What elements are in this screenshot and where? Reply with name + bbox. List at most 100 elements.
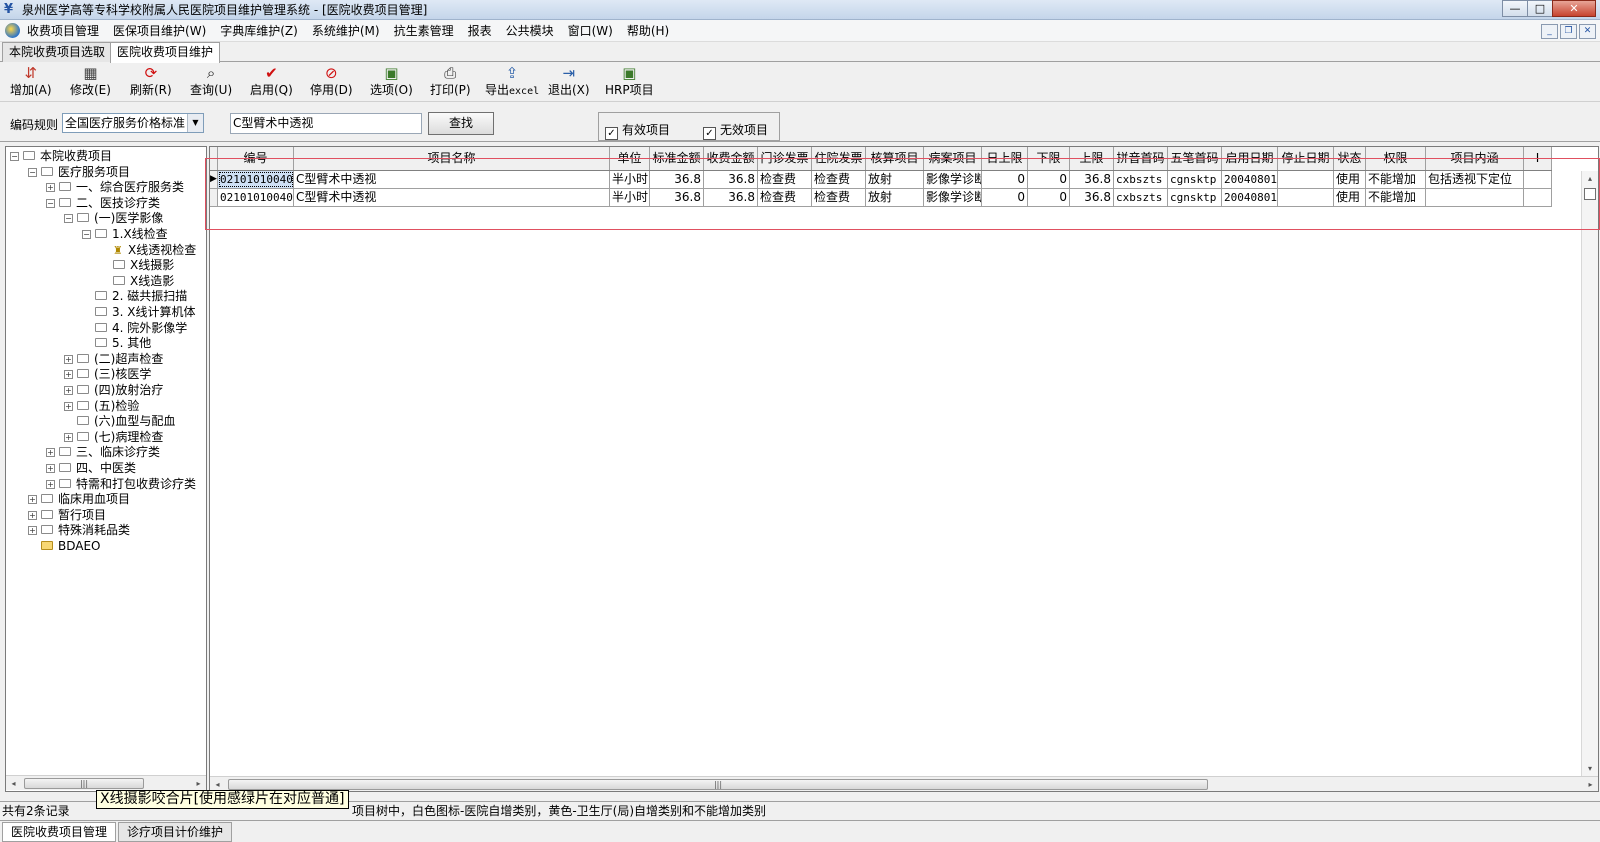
expand-icon[interactable]: +: [46, 464, 55, 473]
grid-hscrollbar[interactable]: ◂ ||| ▸: [210, 776, 1598, 791]
collapse-icon[interactable]: −: [46, 198, 55, 208]
table-cell[interactable]: 不能增加: [1366, 171, 1426, 188]
tree-node[interactable]: + 临床用血项目: [28, 491, 130, 507]
table-cell[interactable]: 影像学诊断: [924, 189, 982, 206]
collapse-icon[interactable]: −: [28, 167, 37, 177]
table-cell[interactable]: 影像学诊断: [924, 171, 982, 188]
table-cell[interactable]: 半小时: [610, 171, 650, 188]
disable-button[interactable]: ⊘ 停用(D): [310, 64, 353, 100]
expand-icon[interactable]: +: [64, 370, 73, 380]
expand-icon[interactable]: +: [46, 479, 55, 489]
table-cell[interactable]: cgnsktp: [1168, 189, 1222, 206]
expand-icon[interactable]: +: [46, 183, 55, 193]
scroll-down-icon[interactable]: ▾: [1582, 761, 1598, 776]
table-cell[interactable]: 36.8: [704, 171, 758, 188]
menu-insurance[interactable]: 医保项目维护(W): [113, 23, 206, 39]
tree-node[interactable]: X线摄影: [100, 257, 174, 273]
column-header[interactable]: 项目内涵: [1426, 147, 1524, 170]
table-cell[interactable]: 0: [982, 189, 1028, 206]
table-cell[interactable]: 使用: [1334, 171, 1366, 188]
table-cell[interactable]: 放射: [866, 171, 924, 188]
table-cell[interactable]: [1278, 189, 1334, 206]
table-cell[interactable]: 放射: [866, 189, 924, 206]
minimize-button[interactable]: —: [1502, 0, 1528, 17]
tree-node[interactable]: − 本院收费项目: [10, 148, 112, 164]
options-button[interactable]: ▣ 选项(O): [370, 64, 413, 100]
tab-hospital-charge[interactable]: 医院收费项目管理: [2, 822, 117, 842]
edit-button[interactable]: ▦ 修改(E): [70, 64, 111, 100]
refresh-button[interactable]: ⟳ 刷新(R): [130, 64, 172, 100]
expand-icon[interactable]: +: [64, 401, 73, 411]
tab-pricing-maintenance[interactable]: 诊疗项目计价维护: [118, 822, 233, 842]
collapse-icon[interactable]: −: [82, 230, 91, 239]
find-button[interactable]: 查找: [428, 112, 494, 135]
valid-items-checkbox[interactable]: ✓ 有效项目: [605, 121, 670, 140]
scroll-right-icon[interactable]: ▸: [191, 776, 206, 791]
tree-node[interactable]: + (七)病理检查: [64, 429, 163, 445]
tree-node[interactable]: + 一、综合医疗服务类: [46, 179, 184, 195]
column-header[interactable]: 停止日期: [1278, 147, 1334, 170]
menu-system[interactable]: 系统维护(M): [312, 23, 380, 39]
tree-hscrollbar[interactable]: ◂ ||| ▸: [6, 775, 206, 790]
table-cell[interactable]: 20040801: [1222, 171, 1278, 188]
table-cell[interactable]: C型臂术中透视: [294, 171, 610, 188]
expand-icon[interactable]: +: [28, 495, 37, 505]
table-cell[interactable]: C型臂术中透视: [294, 189, 610, 206]
tree-node[interactable]: + 暂行项目: [28, 507, 106, 523]
hrp-items-button[interactable]: ▣ HRP项目: [605, 64, 654, 100]
column-header[interactable]: 日上限: [982, 147, 1028, 170]
tree-node[interactable]: − 二、医技诊疗类: [46, 195, 160, 211]
grid-vscroll-thumb[interactable]: [1584, 188, 1596, 200]
expand-icon[interactable]: +: [46, 448, 55, 458]
expand-icon[interactable]: +: [28, 526, 37, 536]
table-cell[interactable]: 0: [982, 171, 1028, 188]
close-button[interactable]: ✕: [1552, 0, 1596, 17]
chevron-down-icon[interactable]: ▼: [187, 114, 203, 132]
column-header[interactable]: 五笔首码: [1168, 147, 1222, 170]
tree-node[interactable]: + (四)放射治疗: [64, 382, 163, 398]
tree-node[interactable]: + 特殊消耗品类: [28, 522, 130, 538]
tree-node[interactable]: + 三、临床诊疗类: [46, 444, 160, 460]
menu-window[interactable]: 窗口(W): [568, 23, 613, 39]
table-cell[interactable]: 20040801: [1222, 189, 1278, 206]
table-cell[interactable]: 021010100401: [218, 189, 294, 206]
rule-select[interactable]: 全国医疗服务价格标准 ▼: [62, 113, 204, 133]
table-cell[interactable]: 36.8: [650, 171, 704, 188]
tree-node[interactable]: − 1.X线检查: [82, 226, 168, 242]
column-header[interactable]: 权限: [1366, 147, 1426, 170]
scroll-left-icon[interactable]: ◂: [6, 776, 21, 791]
column-header[interactable]: 门诊发票: [758, 147, 812, 170]
table-cell[interactable]: cxbszts: [1114, 171, 1168, 188]
table-cell[interactable]: 检查费: [758, 189, 812, 206]
column-header[interactable]: 编号: [218, 147, 294, 170]
grid-vscrollbar[interactable]: ▴ ▾: [1581, 171, 1598, 776]
table-cell[interactable]: 021010100400: [218, 171, 294, 188]
enable-button[interactable]: ✔ 启用(Q): [250, 64, 293, 100]
table-cell[interactable]: [1278, 171, 1334, 188]
category-tree[interactable]: ◂ ||| ▸ − 本院收费项目 − 医疗服务项目 + 一、综合医疗服务类 − 二、医技诊疗类…: [5, 146, 207, 792]
table-cell[interactable]: 包括透视下定位: [1426, 171, 1524, 188]
tree-node[interactable]: − (一)医学影像: [64, 210, 163, 226]
menu-charge-items[interactable]: 收费项目管理: [27, 23, 99, 39]
column-header[interactable]: 项目名称: [294, 147, 610, 170]
expand-icon[interactable]: +: [64, 386, 73, 395]
print-button[interactable]: ⎙ 打印(P): [430, 64, 471, 100]
table-cell[interactable]: 半小时: [610, 189, 650, 206]
column-header[interactable]: 核算项目: [866, 147, 924, 170]
tree-node[interactable]: + 四、中医类: [46, 460, 136, 476]
table-cell[interactable]: [1524, 171, 1552, 188]
tree-node[interactable]: ♜ X线透视检查: [100, 242, 196, 258]
collapse-icon[interactable]: −: [64, 214, 73, 224]
menu-public[interactable]: 公共模块: [506, 23, 554, 39]
tree-node[interactable]: BDAEO: [28, 538, 101, 554]
search-input[interactable]: C型臂术中透视: [230, 113, 422, 134]
table-cell[interactable]: 0: [1028, 171, 1070, 188]
column-header[interactable]: 收费金额: [704, 147, 758, 170]
column-header[interactable]: 启用日期: [1222, 147, 1278, 170]
items-grid[interactable]: 编号 项目名称 单位 标准金额 收费金额 门诊发票 住院发票 核算项目 病案项目 日上限 下限 上限拼…: [209, 146, 1599, 792]
table-cell[interactable]: cxbszts: [1114, 189, 1168, 206]
mdi-close-button[interactable]: ✕: [1579, 24, 1596, 39]
mdi-minimize-button[interactable]: _: [1541, 24, 1558, 39]
scroll-up-icon[interactable]: ▴: [1582, 171, 1598, 186]
menu-report[interactable]: 报表: [468, 23, 492, 39]
